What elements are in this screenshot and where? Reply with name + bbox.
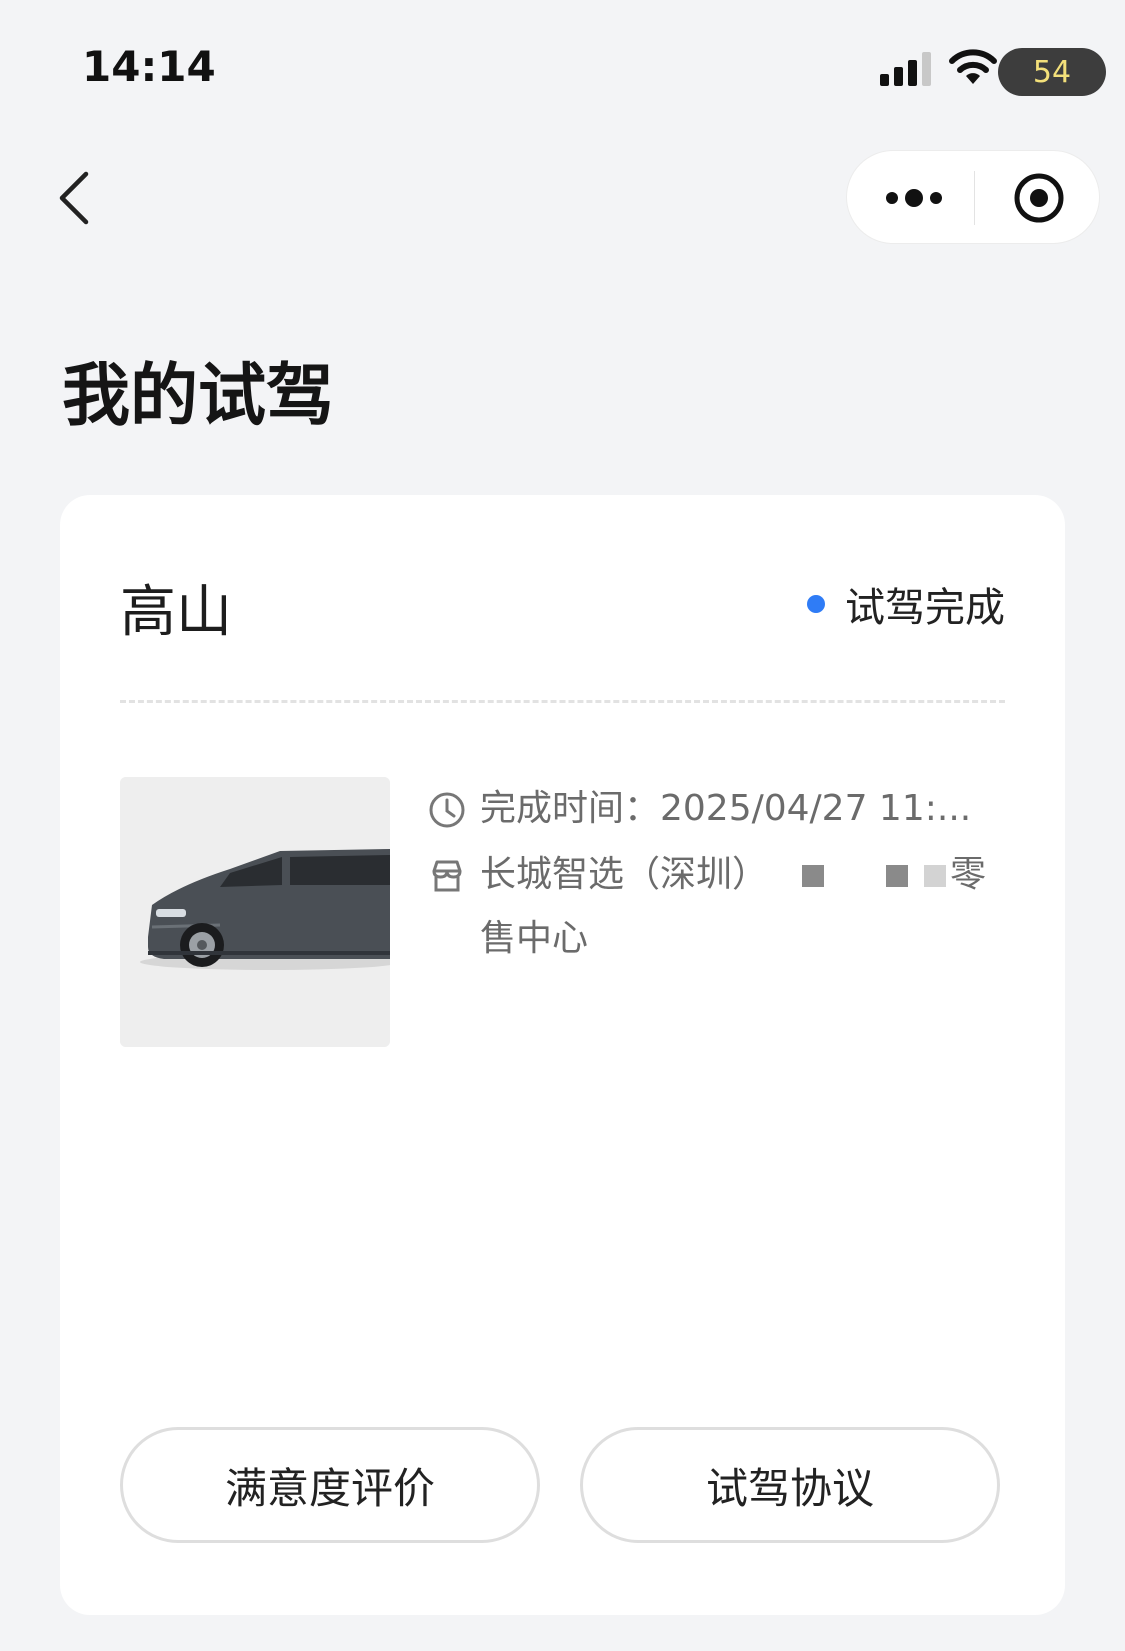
- target-circle-icon[interactable]: [1012, 171, 1066, 225]
- completion-time-text: 完成时间：2025/04/27 11:...: [480, 788, 972, 829]
- store-name-text: 长城智选（深圳） 零售中心: [480, 843, 1000, 971]
- car-model-name: 高山: [120, 580, 232, 645]
- status-badge: 试驾完成: [807, 575, 1005, 633]
- satisfaction-rating-button[interactable]: 满意度评价: [120, 1427, 540, 1543]
- page-title: 我的试驾: [62, 357, 335, 436]
- store-row: 长城智选（深圳） 零售中心: [428, 843, 1008, 971]
- redacted-block: [886, 865, 909, 887]
- store-icon: [432, 860, 462, 892]
- dashed-divider: [120, 700, 1005, 703]
- mini-program-capsule: [846, 150, 1100, 244]
- capsule-divider: [974, 171, 975, 225]
- test-drive-agreement-button[interactable]: 试驾协议: [580, 1427, 1000, 1543]
- status-text: 试驾完成: [845, 585, 1005, 631]
- status-dot-icon: [807, 595, 825, 613]
- signal-icon: [880, 52, 931, 86]
- minivan-image: [120, 777, 390, 1047]
- redacted-block: [802, 865, 825, 887]
- minivan-icon: [120, 777, 390, 1047]
- wifi-icon: [949, 49, 997, 84]
- redacted-block: [924, 865, 947, 887]
- store-name-prefix: 长城智选（深圳）: [480, 854, 769, 895]
- more-dots-icon[interactable]: [883, 181, 945, 215]
- completion-time-row: 完成时间：2025/04/27 11:...: [428, 777, 1008, 841]
- battery-indicator: 54: [998, 48, 1106, 96]
- status-time: 14:14: [82, 42, 216, 91]
- chevron-left-icon[interactable]: [54, 170, 94, 226]
- clock-icon: [429, 792, 465, 828]
- test-drive-card[interactable]: 高山 试驾完成 完成时间：2025/04/27 11:... 长城智选（深圳） …: [60, 495, 1065, 1615]
